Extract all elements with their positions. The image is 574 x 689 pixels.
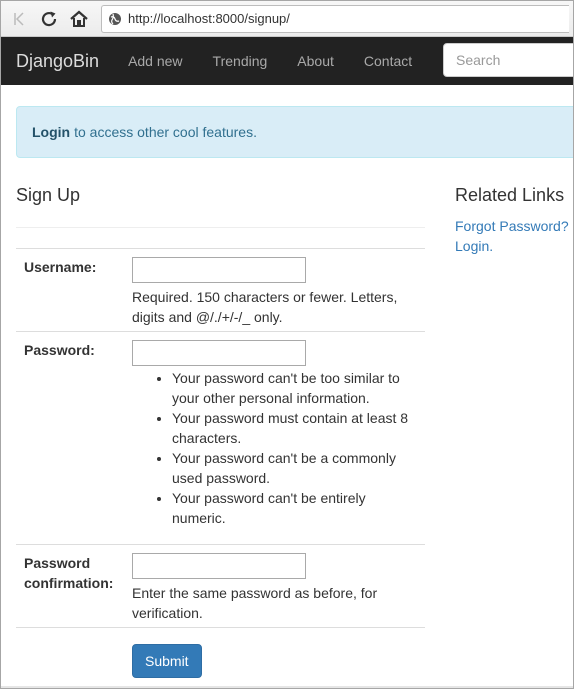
browser-window: http://localhost:8000/signup/ DjangoBin … (0, 0, 574, 689)
search-input[interactable] (443, 43, 573, 77)
title-divider (16, 227, 425, 228)
back-icon[interactable] (7, 7, 31, 31)
nav-link-about[interactable]: About (282, 53, 349, 69)
password-confirm-row: Password confirmation: Enter the same pa… (16, 544, 425, 627)
globe-icon (108, 12, 122, 26)
password-field[interactable] (132, 340, 306, 366)
password-confirm-field[interactable] (132, 553, 306, 579)
login-link[interactable]: Login. (455, 236, 569, 256)
password-rule: Your password can't be entirely numeric. (172, 488, 417, 528)
submit-row: Submit (16, 627, 425, 687)
nav-link-add-new[interactable]: Add new (113, 53, 197, 69)
navbar: DjangoBin Add new Trending About Contact (1, 37, 573, 85)
page-title: Sign Up (16, 185, 81, 205)
username-row: Username: Required. 150 characters or fe… (16, 248, 425, 331)
signup-form: Username: Required. 150 characters or fe… (16, 248, 425, 687)
password-confirm-help: Enter the same password as before, for v… (132, 585, 378, 621)
username-help: Required. 150 characters or fewer. Lette… (132, 289, 398, 325)
username-field[interactable] (132, 257, 306, 283)
alert-login-link[interactable]: Login (32, 124, 70, 140)
forgot-password-link[interactable]: Forgot Password? (455, 216, 569, 236)
home-icon[interactable] (67, 7, 91, 31)
browser-toolbar: http://localhost:8000/signup/ (1, 1, 573, 37)
password-rule: Your password can't be a commonly used p… (172, 448, 417, 488)
password-rules-list: Your password can't be too similar to yo… (132, 368, 417, 528)
page-bottom-border (1, 686, 573, 688)
password-rule: Your password must contain at least 8 ch… (172, 408, 417, 448)
password-row: Password: Your password can't be too sim… (16, 331, 425, 544)
alert-text: to access other cool features. (74, 124, 257, 140)
username-label: Username: (24, 259, 97, 275)
login-alert: Login to access other cool features. (16, 106, 573, 158)
related-links: Forgot Password? Login. (455, 216, 569, 256)
nav-link-trending[interactable]: Trending (198, 53, 283, 69)
related-links-title: Related Links (455, 185, 565, 205)
navbar-brand[interactable]: DjangoBin (16, 51, 99, 72)
password-label: Password: (24, 342, 95, 358)
url-text: http://localhost:8000/signup/ (128, 11, 290, 26)
submit-button[interactable]: Submit (132, 644, 202, 678)
password-rule: Your password can't be too similar to yo… (172, 368, 417, 408)
nav-link-contact[interactable]: Contact (349, 53, 427, 69)
address-bar[interactable]: http://localhost:8000/signup/ (101, 4, 569, 33)
reload-icon[interactable] (37, 7, 61, 31)
password-confirm-label: Password confirmation: (24, 555, 114, 591)
